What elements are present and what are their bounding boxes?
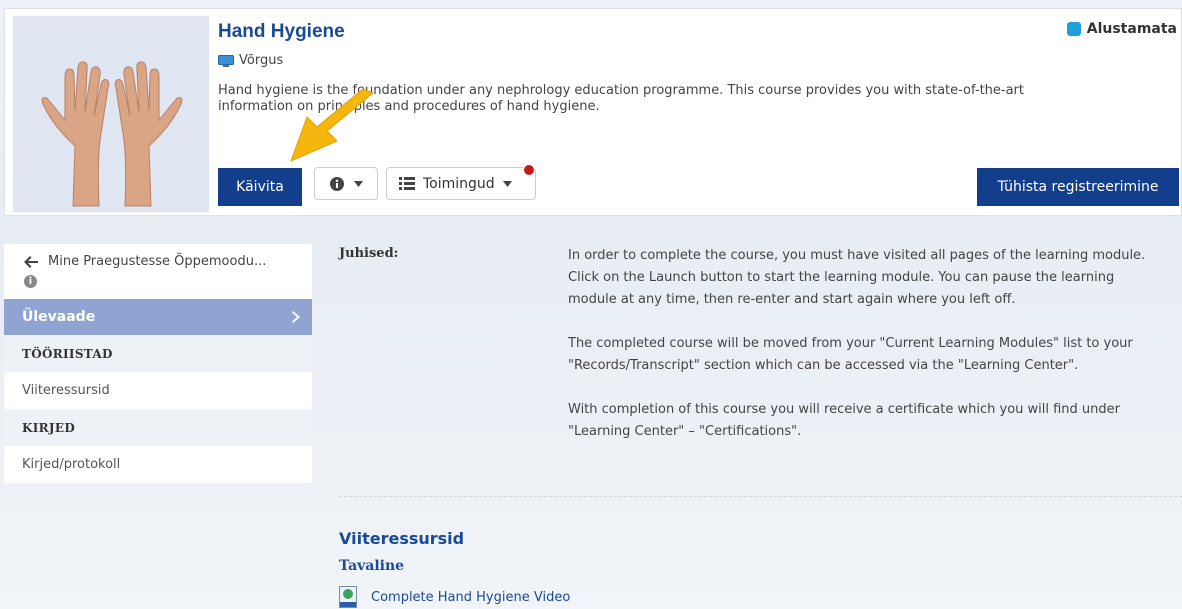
sidebar-section-records: KIRJED [4, 409, 312, 446]
instructions-paragraph: The completed course will be moved from … [568, 336, 1133, 373]
instructions-label: Juhised: [339, 246, 399, 261]
info-icon[interactable]: i [24, 275, 37, 288]
info-icon [329, 176, 344, 191]
sidebar-item-label: Ülevaade [22, 309, 96, 325]
info-dropdown-button[interactable] [314, 167, 378, 200]
sidebar-section-tools: TÖÖRIISTAD [4, 335, 312, 372]
sidebar-item-records[interactable]: Kirjed/protokoll [4, 446, 312, 483]
course-header-card: Hand Hygiene Võrgus Hand hygiene is the … [4, 8, 1182, 216]
list-icon [399, 177, 415, 190]
course-title: Hand Hygiene [218, 21, 345, 42]
sidebar: Mine Praegustesse Õppemoodu... i Ülevaad… [4, 244, 312, 483]
references-subtitle: Tavaline [339, 558, 405, 574]
caret-down-icon [502, 180, 512, 187]
chevron-right-icon [292, 311, 300, 323]
html-file-icon [339, 586, 357, 608]
instructions-paragraph: In order to complete the course, you mus… [568, 248, 1146, 307]
unregister-button[interactable]: Tühista registreerimine [977, 168, 1179, 206]
monitor-icon [218, 54, 234, 67]
instructions-text: In order to complete the course, you mus… [568, 245, 1158, 465]
arrow-left-icon [24, 255, 38, 268]
references-title: Viiteressursid [339, 529, 465, 548]
actions-label: Toimingud [423, 175, 495, 192]
sidebar-item-overview[interactable]: Ülevaade [4, 299, 312, 335]
section-divider [339, 496, 1182, 497]
course-description: Hand hygiene is the foundation under any… [218, 83, 1024, 114]
notification-dot [523, 164, 535, 176]
course-thumbnail [13, 16, 209, 212]
status-square-icon [1066, 22, 1081, 36]
delivery-type-label: Võrgus [239, 53, 284, 68]
reference-link-label[interactable]: Complete Hand Hygiene Video [371, 590, 570, 605]
hands-image [41, 61, 183, 207]
reference-link[interactable]: Complete Hand Hygiene Video [339, 586, 570, 608]
instructions-paragraph: With completion of this course you will … [568, 402, 1121, 439]
status-badge: Alustamata [1066, 21, 1177, 37]
actions-dropdown-button[interactable]: Toimingud [386, 167, 536, 200]
back-label: Mine Praegustesse Õppemoodu... [48, 254, 267, 269]
status-label: Alustamata [1086, 21, 1177, 37]
back-to-modules-link[interactable]: Mine Praegustesse Õppemoodu... i [4, 244, 312, 299]
delivery-type: Võrgus [218, 53, 283, 68]
launch-button[interactable]: Käivita [218, 168, 302, 206]
sidebar-item-references[interactable]: Viiteressursid [4, 372, 312, 409]
caret-down-icon [353, 180, 363, 187]
